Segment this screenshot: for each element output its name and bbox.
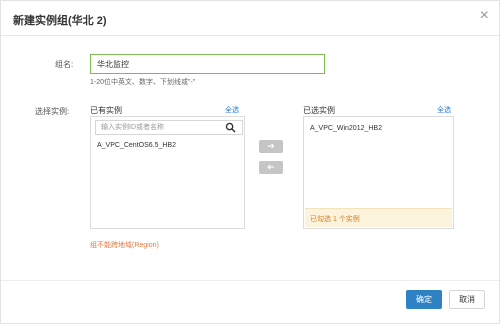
search-icon[interactable] [225, 122, 236, 133]
selected-count-value: 1 [332, 216, 337, 223]
new-instance-group-dialog: 新建实例组(华北 2) × 组名: 1-20位中英文、数字、下划线或"-" 选择… [0, 0, 500, 324]
dialog-title: 新建实例组(华北 2) [13, 15, 107, 27]
arrow-left-icon[interactable]: ➔ [259, 161, 283, 174]
selected-instance-item[interactable]: A_VPC_Win2012_HB2 [310, 125, 382, 132]
selected-count-prefix: 已勾选 [310, 216, 331, 223]
group-name-hint: 1-20位中英文、数字、下划线或"-" [90, 79, 196, 86]
instance-search-input[interactable] [95, 120, 243, 135]
available-instances-header: 已有实例 [90, 106, 122, 115]
confirm-button[interactable]: 确定 [406, 290, 442, 309]
available-instances-list: A_VPC_CentOS6.5_HB2 [90, 116, 245, 229]
selected-count-bar: 已勾选 1 个实例 [305, 208, 452, 227]
cancel-button[interactable]: 取消 [449, 290, 485, 309]
available-instance-item[interactable]: A_VPC_CentOS6.5_HB2 [97, 142, 176, 149]
selected-select-all-link[interactable]: 全选 [437, 105, 451, 115]
selected-instances-header: 已选实例 [303, 106, 335, 115]
select-instances-label: 选择实例: [35, 107, 70, 116]
region-note: 组不能跨地域(Region) [90, 242, 159, 249]
available-select-all-link[interactable]: 全选 [225, 105, 239, 115]
footer-divider [1, 280, 499, 281]
group-name-label: 组名: [55, 60, 74, 69]
selected-instances-list: A_VPC_Win2012_HB2 已勾选 1 个实例 [303, 116, 454, 229]
dialog-header: 新建实例组(华北 2) × [1, 1, 499, 36]
arrow-right-icon[interactable]: ➔ [259, 140, 283, 153]
selected-count-suffix: 个实例 [338, 216, 360, 223]
close-icon[interactable]: × [480, 8, 489, 24]
group-name-input[interactable] [90, 54, 325, 74]
